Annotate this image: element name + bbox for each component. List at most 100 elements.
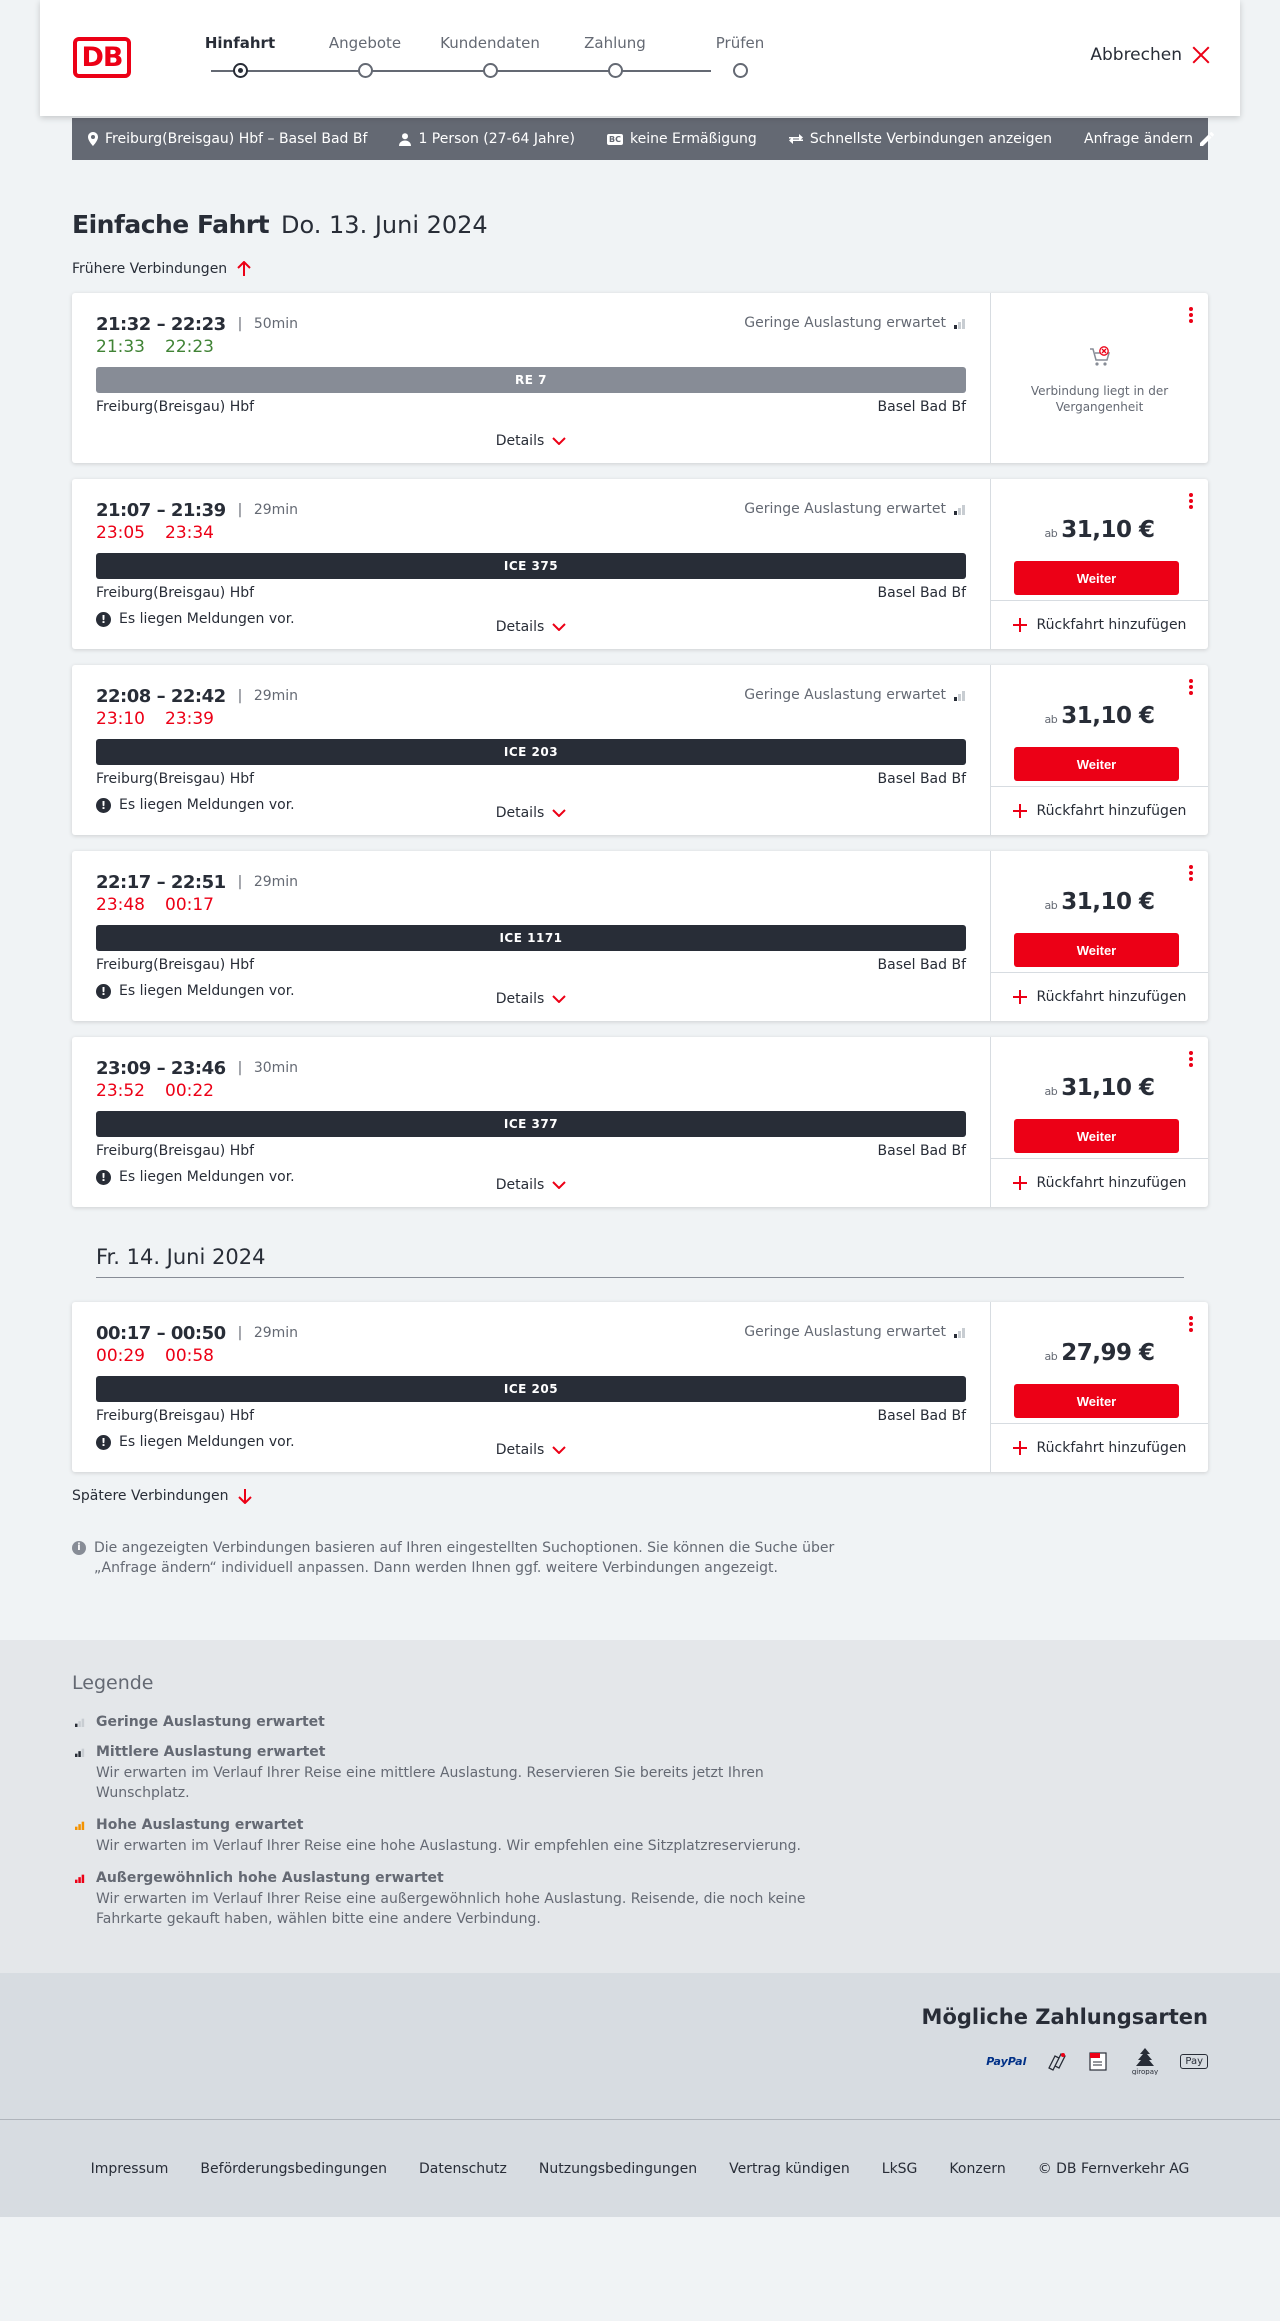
departure-station: Freiburg(Breisgau) Hbf (96, 957, 255, 973)
add-return-button[interactable]: Rückfahrt hinzufügen (991, 1158, 1208, 1207)
later-connections-link[interactable]: Spätere Verbindungen (72, 1488, 253, 1504)
step-label: Kundendaten (440, 34, 540, 52)
details-toggle[interactable]: Details (72, 991, 990, 1007)
footer-link-vertrag-kuendigen[interactable]: Vertrag kündigen (729, 2161, 850, 2177)
details-label: Details (495, 619, 545, 635)
change-query-button[interactable]: Anfrage ändern (1084, 131, 1214, 147)
more-options-icon[interactable] (1188, 307, 1194, 325)
continue-button[interactable]: Weiter (1014, 747, 1179, 781)
footer-link-lksg[interactable]: LkSG (882, 2161, 918, 2177)
close-icon (1192, 46, 1210, 64)
footer-link-nutzungsbedingungen[interactable]: Nutzungsbedingungen (539, 2161, 697, 2177)
results-main: Einfache Fahrt Do. 13. Juni 2024 Frühere… (72, 210, 1208, 1578)
location-pin-icon (88, 132, 98, 146)
past-connection-info: Verbindung liegt in der Vergangenheit (991, 345, 1208, 415)
occupancy-indicator: Geringe Auslastung erwartet (744, 501, 966, 517)
cancel-button[interactable]: Abbrechen (1090, 45, 1210, 65)
price-box: ab 31,10 € (991, 1075, 1208, 1101)
arrival-station: Basel Bad Bf (877, 1408, 966, 1424)
details-toggle[interactable]: Details (72, 1442, 990, 1458)
connection-details: 22:08 – 22:42 | 29min Geringe Auslastung er… (72, 665, 991, 835)
price-prefix: ab (1044, 527, 1058, 540)
chevron-down-icon (552, 995, 566, 1003)
realtime-times: 00:29 00:58 (96, 1346, 966, 1370)
details-label: Details (495, 1442, 545, 1458)
price-amount: 31,10 € (1061, 889, 1155, 915)
details-toggle[interactable]: Details (72, 433, 990, 449)
details-toggle[interactable]: Details (72, 805, 990, 821)
occupancy-low-icon (954, 505, 965, 515)
realtime-departure: 23:48 (96, 895, 145, 915)
earlier-connections-link[interactable]: Frühere Verbindungen (72, 261, 251, 277)
scheduled-times: 21:32 – 22:23 (96, 313, 226, 335)
realtime-times: 21:33 22:23 (96, 337, 966, 361)
step-hinfahrt[interactable]: Hinfahrt (180, 34, 300, 78)
occupancy-label: Geringe Auslastung erwartet (744, 315, 946, 331)
add-return-button[interactable]: Rückfahrt hinzufügen (991, 786, 1208, 835)
bahncard-icon: BC (607, 133, 623, 145)
footer-link-konzern[interactable]: Konzern (949, 2161, 1005, 2177)
continue-button[interactable]: Weiter (1014, 1384, 1179, 1418)
stations-row: Freiburg(Breisgau) Hbf Basel Bad Bf (96, 399, 966, 419)
step-dot (608, 63, 623, 78)
details-label: Details (495, 805, 545, 821)
price-value: ab 27,99 € (1044, 1340, 1156, 1366)
stations-row: Freiburg(Breisgau) Hbf Basel Bad Bf (96, 1408, 966, 1428)
add-return-button[interactable]: Rückfahrt hinzufügen (991, 1423, 1208, 1472)
more-options-icon[interactable] (1188, 679, 1194, 697)
person-icon (399, 132, 412, 146)
giropay-icon: giropay (1132, 2048, 1159, 2075)
site-footer: Impressum Beförderungsbedingungen Datens… (0, 2119, 1280, 2217)
train-line-bar[interactable]: ICE 377 (96, 1111, 966, 1137)
details-toggle[interactable]: Details (72, 1177, 990, 1193)
footer-link-datenschutz[interactable]: Datenschutz (419, 2161, 507, 2177)
step-dot (358, 63, 373, 78)
svg-text:giropay: giropay (1132, 2068, 1158, 2075)
offer-panel: Verbindung liegt in der Vergangenheit (991, 293, 1208, 463)
train-line-bar[interactable]: ICE 1171 (96, 925, 966, 951)
offer-panel: ab 31,10 € Weiter Rückfahrt hinzufügen (991, 1037, 1208, 1207)
legend-item-desc: Wir erwarten im Verlauf Ihrer Reise eine… (96, 1891, 806, 1927)
continue-button[interactable]: Weiter (1014, 1119, 1179, 1153)
train-line-bar[interactable]: ICE 203 (96, 739, 966, 765)
continue-button[interactable]: Weiter (1014, 561, 1179, 595)
connection-details: 21:07 – 21:39 | 29min Geringe Auslastung er… (72, 479, 991, 649)
db-logo[interactable]: DB (73, 37, 131, 78)
price-prefix: ab (1044, 1350, 1058, 1363)
plus-icon (1012, 618, 1027, 632)
add-return-button[interactable]: Rückfahrt hinzufügen (991, 600, 1208, 649)
train-line-bar[interactable]: ICE 205 (96, 1376, 966, 1402)
duration: 29min (253, 502, 299, 518)
connections-list-day1: 21:32 – 22:23 | 50min Geringe Auslastung er… (72, 293, 1208, 1207)
realtime-departure: 23:52 (96, 1081, 145, 1101)
add-return-button[interactable]: Rückfahrt hinzufügen (991, 972, 1208, 1021)
sepa-icon (1089, 2052, 1107, 2071)
offer-panel: ab 31,10 € Weiter Rückfahrt hinzufügen (991, 851, 1208, 1021)
more-options-icon[interactable] (1188, 865, 1194, 883)
info-icon: i (72, 1541, 86, 1555)
occupancy-label: Geringe Auslastung erwartet (744, 501, 946, 517)
scheduled-times: 21:07 – 21:39 (96, 499, 226, 521)
more-options-icon[interactable] (1188, 493, 1194, 511)
realtime-times: 23:10 23:39 (96, 709, 966, 733)
stepper-line (211, 70, 711, 72)
step-dot (483, 63, 498, 78)
more-options-icon[interactable] (1188, 1051, 1194, 1069)
price-amount: 31,10 € (1061, 1075, 1155, 1101)
connection-card: 21:32 – 22:23 | 50min Geringe Auslastung er… (72, 293, 1208, 463)
train-line-bar[interactable]: ICE 375 (96, 553, 966, 579)
price-value: ab 31,10 € (1044, 517, 1156, 543)
search-summary-bar: Freiburg(Breisgau) Hbf – Basel Bad Bf 1 … (72, 118, 1214, 160)
add-return-label: Rückfahrt hinzufügen (1036, 1440, 1187, 1456)
separator: | (237, 316, 243, 332)
connection-details: 22:17 – 22:51 | 29min 23:48 00:17 ICE 1171 Fre… (72, 851, 991, 1021)
connections-list-day2: 00:17 – 00:50 | 29min Geringe Auslastung er… (72, 1302, 1208, 1472)
footer-link-impressum[interactable]: Impressum (91, 2161, 169, 2177)
details-toggle[interactable]: Details (72, 619, 990, 635)
more-options-icon[interactable] (1188, 1316, 1194, 1334)
footer-link-befoerderungsbedingungen[interactable]: Beförderungsbedingungen (200, 2161, 387, 2177)
arrow-up-icon (237, 261, 251, 276)
scheduled-times: 22:17 – 22:51 (96, 871, 226, 893)
train-line-bar[interactable]: RE 7 (96, 367, 966, 393)
continue-button[interactable]: Weiter (1014, 933, 1179, 967)
